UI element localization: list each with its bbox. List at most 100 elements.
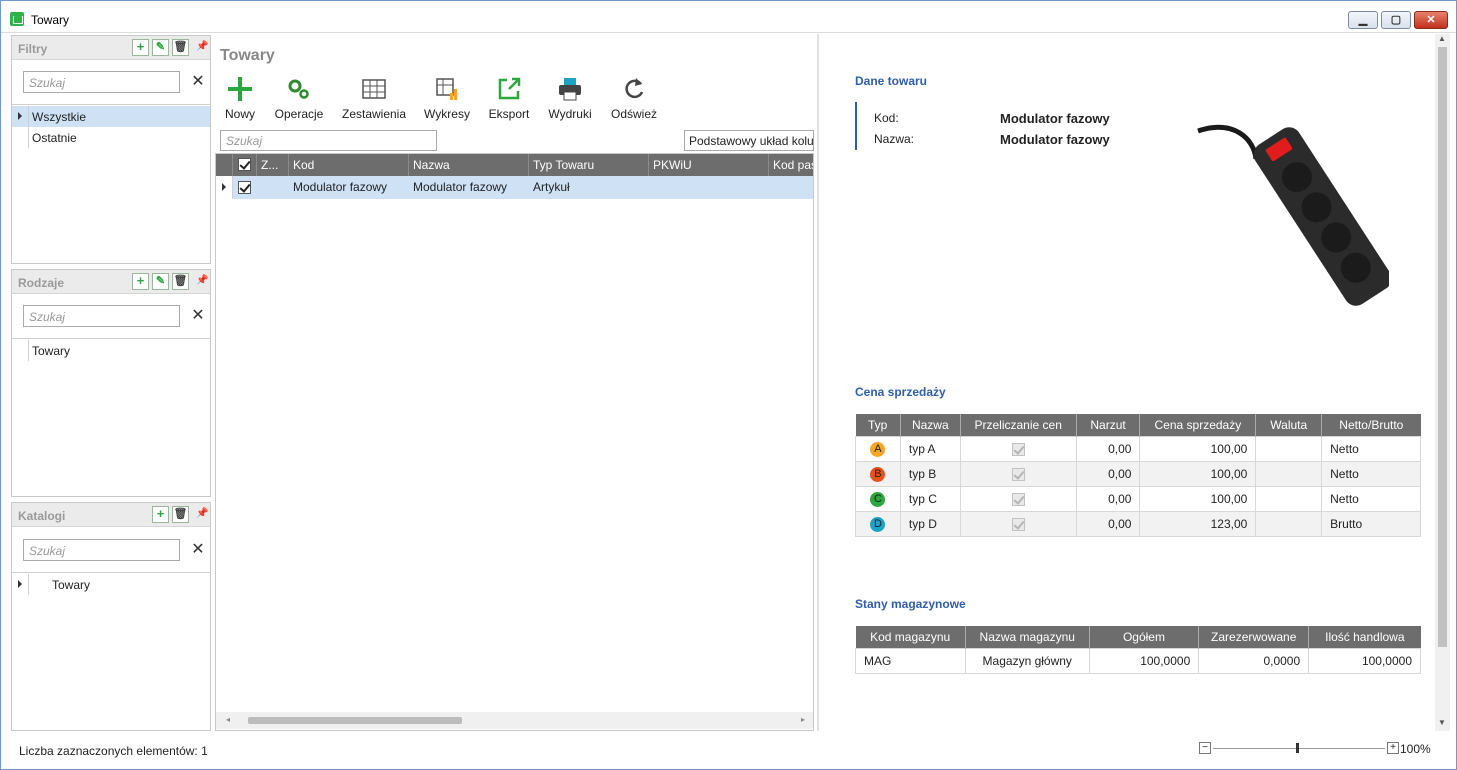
page-title: Towary <box>220 47 275 64</box>
odswiez-button[interactable]: Odśwież <box>607 76 661 126</box>
operacje-button[interactable]: Operacje <box>271 76 327 126</box>
filtry-item-ostatnie[interactable]: Ostatnie <box>12 127 210 148</box>
zoom-slider-handle[interactable] <box>1296 743 1299 753</box>
gears-icon <box>288 79 309 99</box>
rodzaje-edit-button[interactable]: ✎ <box>152 273 169 290</box>
filtry-title: Filtry <box>18 42 48 56</box>
cena-row[interactable]: Dtyp D 0,00 123,00 Brutto <box>855 510 1421 537</box>
scroll-right-icon[interactable]: ▸ <box>801 715 805 724</box>
cena-sprzedazy-title: Cena sprzedaży <box>855 385 946 399</box>
printer-icon <box>559 78 581 101</box>
kod-label: Kod: <box>874 111 899 125</box>
price-type-badge: C <box>870 491 886 507</box>
window-title: Towary <box>31 13 70 27</box>
filtry-header: Filtry + ✎ 🗑 📌 <box>12 36 210 60</box>
zoom-control: − + 100% <box>1199 742 1439 758</box>
row-indicator-icon <box>18 112 22 120</box>
nowy-button[interactable]: Nowy <box>219 76 261 126</box>
katalogi-delete-button[interactable]: 🗑 <box>172 506 189 523</box>
katalogi-panel: Katalogi + 🗑 📌 Szukaj ✕ Towary <box>11 502 211 731</box>
app-window: Towary ▁ ▢ ✕ Filtry + ✎ 🗑 📌 Szukaj ✕ Wsz… <box>0 0 1457 770</box>
dane-towaru-title: Dane towaru <box>855 74 928 88</box>
katalogi-item-towary[interactable]: Towary <box>12 574 210 595</box>
price-type-badge: D <box>870 516 886 532</box>
zoom-out-button[interactable]: − <box>1199 742 1211 754</box>
col-kod-pas[interactable]: Kod pas <box>769 154 813 176</box>
select-all-header[interactable] <box>233 154 257 176</box>
select-all-checkbox[interactable] <box>238 158 251 171</box>
maximize-icon: ▢ <box>1390 14 1402 26</box>
katalogi-clear-search-icon[interactable]: ✕ <box>190 541 206 559</box>
nazwa-label: Nazwa: <box>874 132 915 146</box>
rodzaje-clear-search-icon[interactable]: ✕ <box>190 307 206 325</box>
rodzaje-item-towary[interactable]: Towary <box>12 340 210 361</box>
col-z[interactable]: Z... <box>257 154 289 176</box>
rodzaje-pin-icon[interactable]: 📌 <box>196 275 208 286</box>
row-indicator-icon <box>222 183 226 191</box>
scroll-left-icon[interactable]: ◂ <box>226 715 230 724</box>
status-bar: Liczba zaznaczonych elementów: 1 − + 100… <box>1 732 1456 769</box>
cena-row[interactable]: Ctyp C 0,00 100,00 Netto <box>855 485 1421 512</box>
filtry-panel: Filtry + ✎ 🗑 📌 Szukaj ✕ Wszystkie Ostatn… <box>11 35 211 264</box>
price-type-badge: B <box>870 466 886 482</box>
row-typ: Artykuł <box>533 180 570 194</box>
plus-icon <box>228 77 252 101</box>
col-nazwa[interactable]: Nazwa <box>409 154 529 176</box>
filtry-search-input[interactable]: Szukaj <box>23 71 180 93</box>
katalogi-pin-icon[interactable]: 📌 <box>196 508 208 519</box>
katalogi-add-button[interactable]: + <box>152 506 169 523</box>
table-row[interactable]: Modulator fazowy Modulator fazowy Artyku… <box>216 176 813 199</box>
scroll-thumb[interactable] <box>248 717 462 724</box>
title-bar: Towary ▁ ▢ ✕ <box>1 1 1456 33</box>
rodzaje-header: Rodzaje + ✎ 🗑 📌 <box>12 270 210 294</box>
product-image <box>1197 124 1389 306</box>
katalogi-search-input[interactable]: Szukaj <box>23 539 180 561</box>
selected-count-text: Liczba zaznaczonych elementów: 1 <box>19 744 208 758</box>
filtry-edit-button[interactable]: ✎ <box>152 39 169 56</box>
przeliczanie-checkbox <box>1011 467 1025 481</box>
vertical-scrollbar[interactable]: ▲ ▼ <box>1435 34 1450 731</box>
wydruki-button[interactable]: Wydruki <box>545 76 595 126</box>
app-basket-icon <box>10 12 24 26</box>
horizontal-scrollbar[interactable]: ◂ ▸ <box>216 712 813 729</box>
zoom-level: 100% <box>1400 742 1431 756</box>
scroll-up-icon[interactable]: ▲ <box>1438 34 1446 43</box>
layout-select[interactable]: Podstawowy układ kolumn <box>684 130 814 151</box>
col-pkwiu[interactable]: PKWiU <box>649 154 769 176</box>
products-grid: Z... Kod Nazwa Typ Towaru PKWiU Kod pas … <box>215 153 814 731</box>
maximize-button[interactable]: ▢ <box>1381 11 1411 29</box>
detail-pane: Dane towaru Kod: Modulator fazowy Nazwa:… <box>819 34 1435 731</box>
filtry-pin-icon[interactable]: 📌 <box>196 41 208 52</box>
cena-row[interactable]: Atyp A 0,00 100,00 Netto <box>855 435 1421 462</box>
minimize-button[interactable]: ▁ <box>1348 11 1378 29</box>
export-icon <box>498 77 521 100</box>
grid-header: Z... Kod Nazwa Typ Towaru PKWiU Kod pas <box>216 154 813 176</box>
row-checkbox[interactable] <box>238 181 251 194</box>
main-area: Towary Nowy Operacje Zestawienia Wykresy… <box>215 34 815 731</box>
rodzaje-delete-button[interactable]: 🗑 <box>172 273 189 290</box>
filtry-clear-search-icon[interactable]: ✕ <box>190 73 206 91</box>
scroll-down-icon[interactable]: ▼ <box>1438 718 1446 727</box>
refresh-icon <box>625 78 644 99</box>
cena-row[interactable]: Btyp B 0,00 100,00 Netto <box>855 460 1421 487</box>
table-icon <box>362 79 386 99</box>
wykresy-button[interactable]: Wykresy <box>421 76 473 126</box>
col-typ-towaru[interactable]: Typ Towaru <box>529 154 649 176</box>
katalogi-header: Katalogi + 🗑 📌 <box>12 503 210 527</box>
filtry-item-wszystkie[interactable]: Wszystkie <box>12 106 210 127</box>
minimize-icon: ▁ <box>1358 14 1368 26</box>
filtry-delete-button[interactable]: 🗑 <box>172 39 189 56</box>
col-kod[interactable]: Kod <box>289 154 409 176</box>
stany-magazynowe-title: Stany magazynowe <box>855 597 966 611</box>
rodzaje-add-button[interactable]: + <box>132 273 149 290</box>
zoom-in-button[interactable]: + <box>1387 742 1399 754</box>
stany-row[interactable]: MAG Magazyn główny 100,0000 0,0000 100,0… <box>855 647 1421 674</box>
expand-arrow-icon[interactable] <box>18 580 22 588</box>
rodzaje-search-input[interactable]: Szukaj <box>23 305 180 327</box>
zestawienia-button[interactable]: Zestawienia <box>339 76 409 126</box>
eksport-button[interactable]: Eksport <box>485 76 533 126</box>
close-button[interactable]: ✕ <box>1414 11 1448 29</box>
filtry-add-button[interactable]: + <box>132 39 149 56</box>
vertical-scroll-thumb[interactable] <box>1438 47 1447 647</box>
grid-search-input[interactable]: Szukaj <box>220 130 437 151</box>
